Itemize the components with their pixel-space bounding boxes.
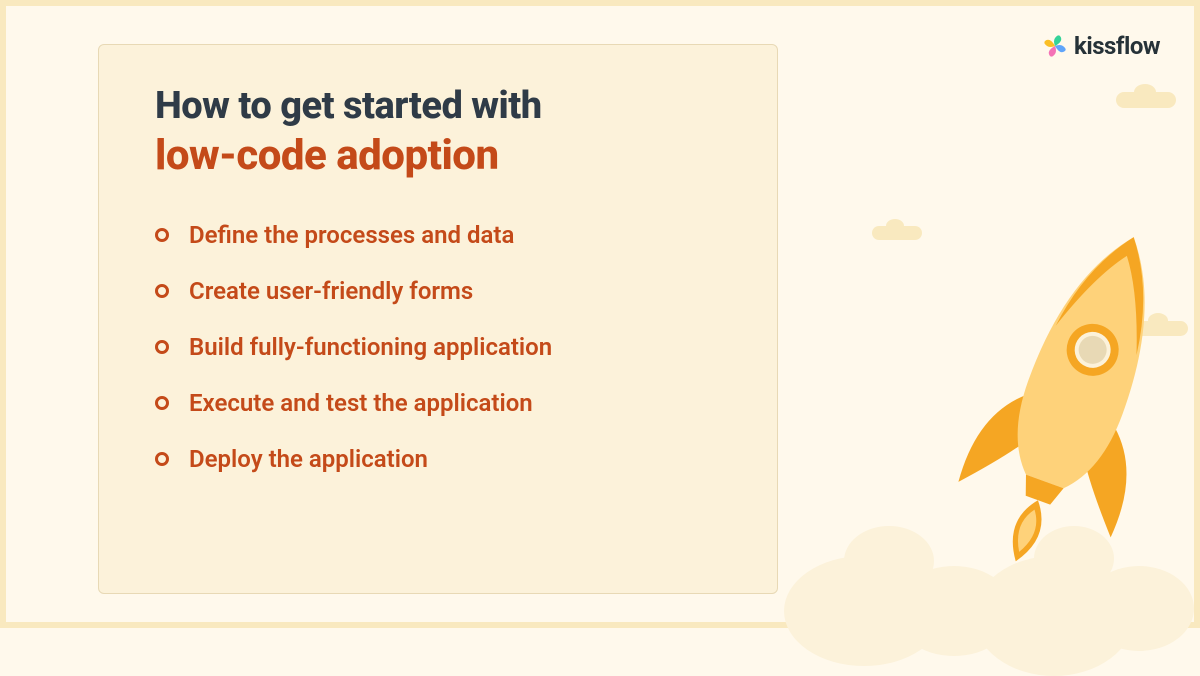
list-item-label: Deploy the application xyxy=(189,445,428,473)
cloud-icon xyxy=(1116,92,1176,108)
bullet-icon xyxy=(155,284,169,298)
bullet-icon xyxy=(155,340,169,354)
title-line-1: How to get started with xyxy=(155,85,727,129)
title-line-2: low-code adoption xyxy=(155,131,727,181)
list-item-label: Build fully-functioning application xyxy=(189,333,552,361)
bullet-icon xyxy=(155,228,169,242)
content-card: How to get started with low-code adoptio… xyxy=(98,44,778,594)
rocket-illustration xyxy=(804,166,1174,646)
bullet-icon xyxy=(155,396,169,410)
list-item-label: Create user-friendly forms xyxy=(189,277,473,305)
bullet-icon xyxy=(155,452,169,466)
list-item: Build fully-functioning application xyxy=(155,333,727,361)
steps-list: Define the processes and data Create use… xyxy=(155,221,727,473)
infographic-canvas: kissflow How to get started with low-cod… xyxy=(6,6,1194,622)
brand-logo: kissflow xyxy=(1042,32,1160,60)
list-item-label: Execute and test the application xyxy=(189,389,533,417)
list-item: Define the processes and data xyxy=(155,221,727,249)
list-item-label: Define the processes and data xyxy=(189,221,514,249)
kissflow-logo-icon xyxy=(1042,33,1068,59)
list-item: Execute and test the application xyxy=(155,389,727,417)
list-item: Create user-friendly forms xyxy=(155,277,727,305)
brand-name: kissflow xyxy=(1074,32,1160,60)
list-item: Deploy the application xyxy=(155,445,727,473)
